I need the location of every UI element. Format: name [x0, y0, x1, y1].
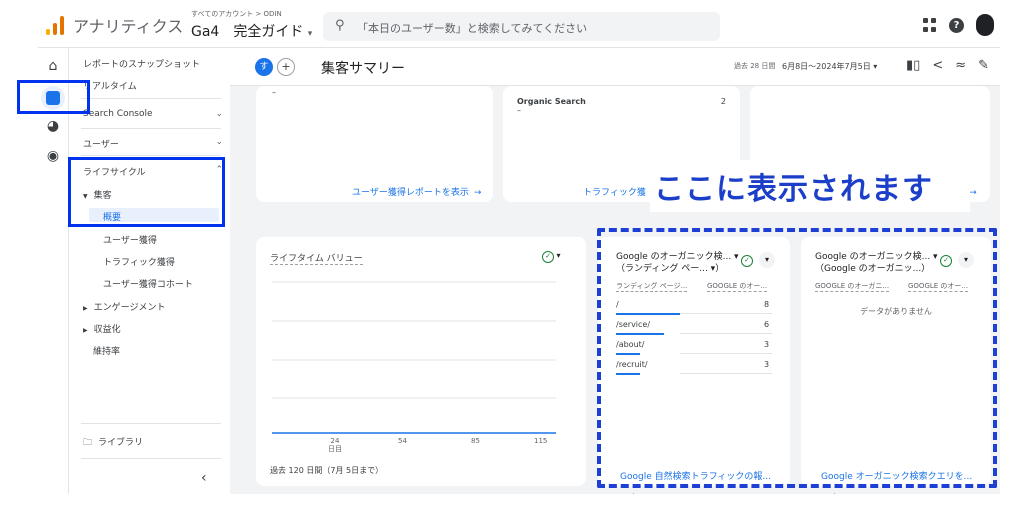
app-name: アナリティクス: [73, 17, 184, 36]
collapse-sidebar-button[interactable]: ‹: [201, 470, 207, 486]
highlight-organic-cards: [597, 228, 997, 488]
advertising-icon[interactable]: ◉: [45, 148, 61, 164]
sidebar-item-search-console[interactable]: Search Console ⌄: [83, 109, 223, 119]
sidebar-item-snapshot[interactable]: レポートのスナップショット: [83, 57, 200, 70]
comparison-chip[interactable]: す: [255, 58, 273, 76]
highlight-acquisition-menu: [68, 157, 225, 227]
chevron-down-icon: ⌄: [215, 109, 223, 119]
apps-grid-icon[interactable]: [923, 18, 937, 32]
arrow-right-icon: →: [628, 491, 636, 494]
sidebar-item-realtime[interactable]: リアルタイム: [83, 79, 137, 92]
left-rail: ⌂ ◕ ◉: [38, 48, 68, 494]
date-range-picker[interactable]: 6月8日～2024年7月5日 ▾: [782, 61, 877, 72]
card-lifetime-value: ライフタイム バリュー ✓ ▾ 24 日目 54 85 115 過去 120 日間…: [256, 237, 586, 486]
card-value: –: [517, 106, 521, 115]
sidebar-item-engagement[interactable]: ▶ エンゲージメント: [83, 300, 165, 313]
sidebar-item-library[interactable]: 🗀 ライブラリ: [83, 435, 143, 451]
date-range-value: 6月8日～2024年7月5日: [782, 62, 871, 71]
explore-icon[interactable]: ◕: [45, 118, 61, 134]
page-title: 集客サマリー: [321, 61, 405, 77]
arrow-right-icon: →: [969, 188, 977, 198]
insights-icon[interactable]: ≈: [955, 58, 966, 73]
share-icon[interactable]: <: [932, 58, 943, 73]
add-comparison-button[interactable]: +: [277, 58, 295, 76]
view-user-acquisition-link[interactable]: ユーザー獲得レポートを表示 →: [352, 180, 481, 199]
callout-text: ここに表示されます: [654, 172, 933, 207]
x-tick-label: 24 日目: [328, 437, 342, 453]
property-selector[interactable]: Ga4 完全ガイド ▾: [191, 21, 312, 41]
edit-icon[interactable]: ✎: [978, 58, 989, 73]
folder-icon: 🗀: [83, 438, 93, 448]
report-sidebar: レポートのスナップショット リアルタイム Search Console ⌄ ユー…: [68, 48, 230, 494]
x-tick-label: 115: [534, 437, 548, 445]
annotation-callout: ここに表示されます: [650, 160, 970, 212]
search-icon: ⚲: [335, 18, 345, 33]
card-user-acquisition: – ユーザー獲得レポートを表示 →: [256, 86, 493, 202]
sidebar-item-user-acquisition[interactable]: ユーザー獲得: [103, 233, 157, 246]
home-icon[interactable]: ⌂: [45, 58, 61, 74]
sidebar-item-retention[interactable]: 維持率: [93, 344, 120, 357]
date-range-label[interactable]: 過去 28 日間: [734, 61, 775, 71]
x-tick-label: 54: [398, 437, 407, 445]
property-name: Ga4 完全ガイド: [191, 24, 304, 40]
chevron-down-icon: ⌄: [215, 137, 223, 147]
sidebar-item-label: ライブラリ: [98, 438, 144, 448]
compare-icon[interactable]: ▮▯: [906, 58, 920, 73]
sidebar-item-traffic-acquisition[interactable]: トラフィック獲得: [103, 255, 175, 268]
link-label: ユーザー獲得レポートを表示: [352, 188, 469, 198]
search-bar[interactable]: ⚲ 「本日のユーザー数」と検索してみてください: [323, 12, 720, 41]
expand-triangle-icon: ▶: [83, 327, 88, 334]
sidebar-item-label: 収益化: [93, 325, 121, 335]
sidebar-item-monetization[interactable]: ▶ 収益化: [83, 322, 121, 335]
sidebar-item-label: Search Console: [83, 109, 153, 119]
channel-label: Organic Search: [517, 97, 586, 106]
card-footer: 過去 120 日間（7月 5日まで）: [270, 466, 384, 475]
highlight-reports-rail: [17, 80, 90, 114]
ltv-chart: [272, 281, 556, 434]
avatar[interactable]: [976, 14, 994, 36]
caret-down-icon: ▾: [873, 62, 878, 71]
sidebar-item-users[interactable]: ユーザー ⌄: [83, 137, 223, 150]
account-breadcrumb[interactable]: すべてのアカウント > ODIN: [191, 9, 282, 19]
x-tick-label: 85: [471, 437, 480, 445]
sidebar-item-label: ユーザー: [83, 140, 119, 150]
link-label: トラフィック獲: [583, 188, 646, 198]
view-traffic-acquisition-link[interactable]: トラフィック獲: [583, 180, 646, 199]
top-bar: アナリティクス すべてのアカウント > ODIN Ga4 完全ガイド ▾ ⚲ 「…: [38, 0, 1000, 48]
arrow-right-icon: →: [829, 491, 837, 494]
sidebar-item-label: エンゲージメント: [93, 303, 166, 313]
help-icon[interactable]: ?: [949, 17, 964, 33]
analytics-logo[interactable]: [46, 15, 66, 35]
page-header: す + 集客サマリー 過去 28 日間 6月8日～2024年7月5日 ▾ ▮▯ …: [230, 48, 1000, 86]
channel-value: 2: [720, 97, 726, 106]
arrow-right-icon: →: [473, 188, 482, 198]
card-value: –: [272, 88, 276, 97]
search-input[interactable]: 「本日のユーザー数」と検索してみてください: [357, 20, 587, 36]
caret-down-icon: ▾: [307, 29, 313, 39]
sidebar-item-acquisition-cohort[interactable]: ユーザー獲得コホート: [103, 277, 193, 290]
expand-triangle-icon: ▶: [83, 305, 88, 312]
